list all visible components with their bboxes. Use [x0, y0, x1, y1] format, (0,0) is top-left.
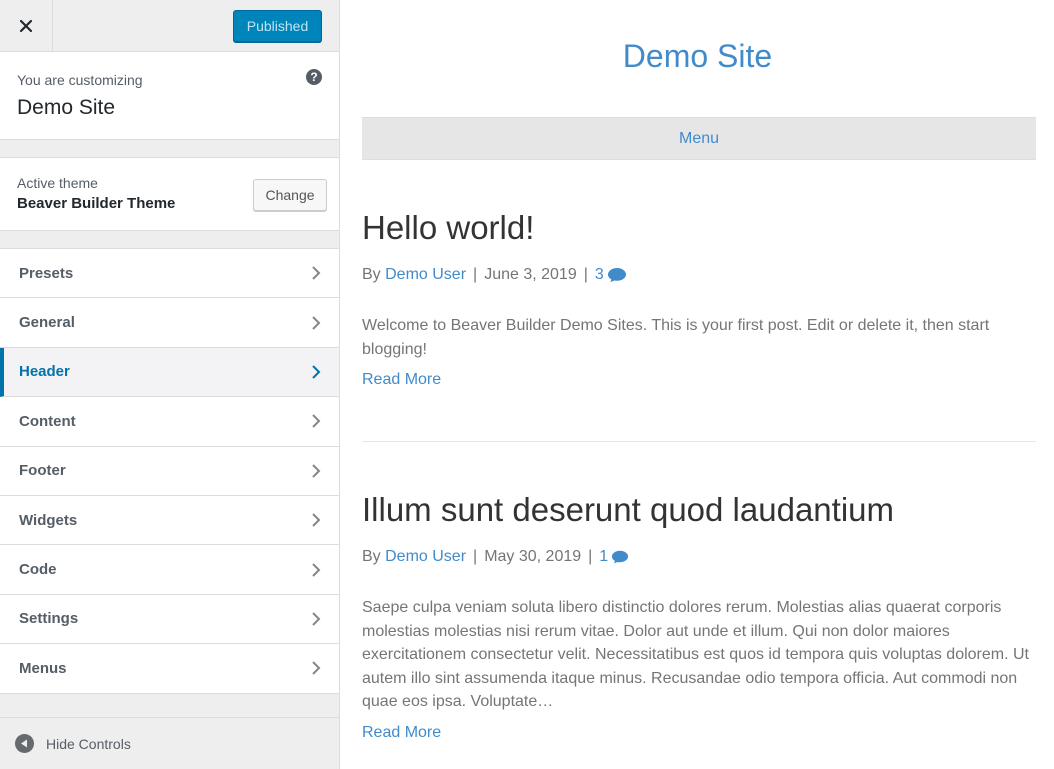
meta-separator: |	[588, 548, 593, 566]
section-presets[interactable]: Presets	[0, 249, 339, 299]
chevron-right-icon	[312, 365, 321, 379]
comment-icon	[607, 268, 626, 283]
section-label: Menus	[19, 659, 67, 677]
post-title-link[interactable]: Illum sunt deserunt quod laudantium	[362, 491, 1036, 528]
publish-button[interactable]: Published	[233, 10, 322, 42]
read-more-link[interactable]: Read More	[362, 724, 441, 742]
section-label: Presets	[19, 264, 74, 282]
post-comments-link[interactable]: 3	[595, 266, 627, 284]
arrow-left-circle-icon	[15, 734, 34, 753]
section-label: Widgets	[19, 511, 78, 529]
post-divider	[362, 441, 1036, 442]
hide-controls-button[interactable]: Hide Controls	[0, 717, 339, 769]
help-icon[interactable]: ?	[306, 69, 322, 85]
section-label: General	[19, 314, 75, 332]
comment-icon	[612, 550, 629, 564]
post-item: Hello world! By Demo User | June 3, 2019…	[362, 209, 1036, 389]
change-theme-button[interactable]: Change	[253, 179, 327, 211]
post-meta: By Demo User | June 3, 2019 | 3	[362, 266, 1036, 284]
post-excerpt: Saepe culpa veniam soluta libero distinc…	[362, 599, 1029, 711]
active-theme-label: Active theme	[17, 175, 98, 191]
chevron-right-icon	[312, 464, 321, 478]
section-label: Content	[19, 412, 76, 430]
section-label: Code	[19, 561, 57, 579]
meta-separator: |	[473, 266, 478, 284]
chevron-right-icon	[312, 315, 321, 330]
section-menus[interactable]: Menus	[0, 644, 339, 694]
customizer-sections: Presets General Header Content Footer Wi…	[0, 248, 339, 694]
info-subtitle: You are customizing	[17, 72, 143, 88]
comment-count: 1	[599, 548, 609, 566]
info-site-title: Demo Site	[17, 96, 116, 119]
chevron-right-icon	[312, 414, 321, 429]
post-excerpt: Welcome to Beaver Builder Demo Sites. Th…	[362, 317, 990, 358]
section-header[interactable]: Header	[0, 347, 339, 398]
chevron-right-icon	[312, 266, 321, 280]
active-theme-name: Beaver Builder Theme	[17, 195, 176, 212]
close-button[interactable]	[0, 0, 53, 51]
chevron-right-icon	[312, 562, 321, 577]
post-comments-link[interactable]: 1	[599, 548, 629, 566]
section-label: Settings	[19, 610, 79, 628]
nav-bar: Menu	[362, 117, 1036, 160]
meta-separator: |	[583, 266, 588, 284]
post-by: By	[362, 266, 381, 284]
comment-count: 3	[594, 266, 604, 284]
post-author-link[interactable]: Demo User	[385, 548, 466, 566]
site-preview: Demo Site Menu Hello world! By Demo User…	[341, 0, 1054, 769]
post-title-link[interactable]: Hello world!	[362, 209, 1036, 246]
active-theme-panel: Active theme Beaver Builder Theme Change	[0, 157, 339, 231]
post-item: Illum sunt deserunt quod laudantium By D…	[362, 491, 1036, 742]
section-footer[interactable]: Footer	[0, 446, 339, 496]
section-widgets[interactable]: Widgets	[0, 495, 339, 546]
chevron-right-icon	[312, 661, 321, 676]
hide-controls-label: Hide Controls	[46, 735, 131, 752]
nav-menu-toggle[interactable]: Menu	[679, 130, 719, 148]
section-settings[interactable]: Settings	[0, 594, 339, 645]
post-date: May 30, 2019	[484, 548, 582, 566]
section-label: Header	[19, 363, 70, 381]
chevron-right-icon	[312, 612, 321, 626]
chevron-right-icon	[312, 513, 321, 527]
post-by: By	[362, 548, 381, 566]
section-content[interactable]: Content	[0, 397, 339, 447]
customizer-sidebar: Published You are customizing Demo Site …	[0, 0, 340, 769]
site-title-link[interactable]: Demo Site	[341, 38, 1054, 75]
customizer-info: You are customizing Demo Site ?	[0, 52, 339, 140]
section-label: Footer	[19, 462, 66, 480]
post-date: June 3, 2019	[484, 266, 577, 284]
close-icon	[19, 19, 33, 32]
customizer-header: Published	[0, 0, 339, 52]
meta-separator: |	[473, 548, 478, 566]
read-more-link[interactable]: Read More	[362, 371, 441, 389]
post-author-link[interactable]: Demo User	[385, 266, 466, 284]
section-code[interactable]: Code	[0, 545, 339, 595]
post-meta: By Demo User | May 30, 2019 | 1	[362, 548, 1036, 566]
section-general[interactable]: General	[0, 298, 339, 348]
